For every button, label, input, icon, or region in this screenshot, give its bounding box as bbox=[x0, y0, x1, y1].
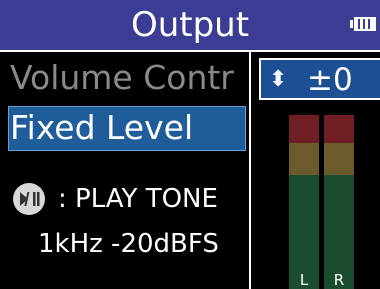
menu-item-volume-control[interactable]: Volume Contr bbox=[10, 56, 258, 100]
play-tone-row: : PLAY TONE bbox=[12, 181, 218, 217]
meter-segment-red bbox=[289, 115, 319, 143]
meter-label-right: R bbox=[333, 271, 345, 289]
tone-spec-text: 1kHz -20dBFS bbox=[38, 229, 219, 259]
play-pause-button-icon bbox=[13, 183, 45, 215]
meter-segment-yellow bbox=[289, 143, 319, 175]
level-value: ±0 bbox=[307, 62, 353, 98]
menu-item-fixed-level[interactable]: Fixed Level bbox=[10, 106, 193, 150]
battery-icon bbox=[350, 17, 376, 31]
meter-segment-yellow bbox=[324, 143, 354, 175]
screen-title: Output bbox=[130, 5, 250, 45]
meter-segment-red bbox=[324, 115, 354, 143]
title-bar: Output bbox=[0, 0, 380, 52]
level-meter-left bbox=[289, 115, 319, 289]
level-value-selector[interactable]: ⬍ ±0 bbox=[259, 58, 380, 100]
updown-arrows-icon: ⬍ bbox=[269, 67, 288, 92]
play-tone-label: : PLAY TONE bbox=[58, 184, 218, 214]
panel-divider bbox=[249, 52, 251, 289]
level-meter-right bbox=[324, 115, 354, 289]
meter-label-left: L bbox=[299, 271, 309, 289]
